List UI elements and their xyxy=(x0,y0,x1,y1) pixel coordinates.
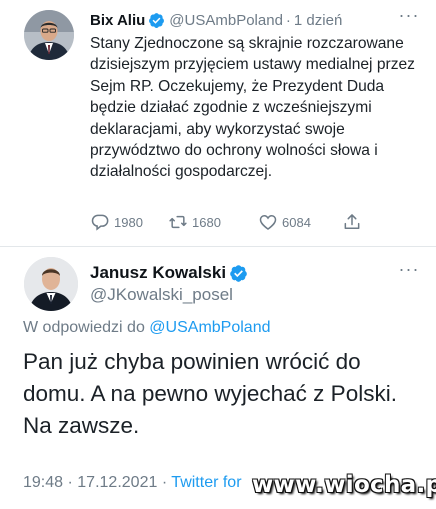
share-icon xyxy=(344,214,360,229)
replying-prefix: W odpowiedzi do xyxy=(23,319,145,336)
tweet-text: Pan już chyba powinien wrócić do domu. A… xyxy=(23,349,397,438)
tweet-time[interactable]: 1 dzień xyxy=(294,12,342,29)
author-name[interactable]: Bix Aliu xyxy=(90,12,145,29)
reply-icon xyxy=(91,214,109,231)
avatar-photo-icon xyxy=(24,257,78,311)
tweet-text: Stany Zjednoczone są skrajnie rozczarowa… xyxy=(90,35,415,181)
avatar[interactable] xyxy=(24,257,78,311)
tweet-divider xyxy=(0,246,436,247)
reply-button[interactable]: 1980 xyxy=(90,212,143,232)
retweet-count: 1680 xyxy=(192,214,221,230)
tweet-meta: 19:48 · 17.12.2021 · Twitter for xyxy=(23,474,242,492)
replying-to: W odpowiedzi do @USAmbPoland xyxy=(23,319,270,337)
watermark: www.wiocha.pl xyxy=(252,472,436,498)
more-icon[interactable]: ··· xyxy=(398,260,420,280)
replying-to-link[interactable]: @USAmbPoland xyxy=(149,319,270,336)
retweet-button[interactable]: 1680 xyxy=(168,212,221,232)
separator-dot: · xyxy=(67,474,73,491)
tweet-time[interactable]: 19:48 xyxy=(23,474,63,491)
separator-dot: · xyxy=(161,474,168,491)
avatar[interactable] xyxy=(24,10,74,60)
separator-dot: · xyxy=(285,11,291,29)
author-name[interactable]: Janusz Kowalski xyxy=(90,263,226,283)
tweet-date[interactable]: 17.12.2021 xyxy=(77,474,157,491)
share-button[interactable] xyxy=(342,212,366,232)
more-icon[interactable]: ··· xyxy=(398,6,420,26)
tweet-actions: 1980 1680 6084 xyxy=(90,211,370,233)
verified-badge-icon xyxy=(230,264,247,282)
tweet-source-link[interactable]: Twitter for xyxy=(171,474,241,491)
like-count: 6084 xyxy=(282,214,311,230)
verified-badge-icon xyxy=(149,12,165,28)
author-handle[interactable]: @USAmbPoland xyxy=(169,12,283,29)
retweet-icon xyxy=(169,215,187,229)
avatar-photo-icon xyxy=(24,10,74,60)
reply-count: 1980 xyxy=(114,214,143,230)
quoted-tweet[interactable]: Bix Aliu @USAmbPoland · 1 dzień ··· Stan… xyxy=(0,0,436,247)
like-button[interactable]: 6084 xyxy=(258,212,311,232)
like-icon xyxy=(259,214,277,231)
author-handle[interactable]: @JKowalski_posel xyxy=(90,285,233,305)
reply-header: Janusz Kowalski xyxy=(90,262,252,284)
tweet-header: Bix Aliu @USAmbPoland · 1 dzień xyxy=(90,10,342,30)
